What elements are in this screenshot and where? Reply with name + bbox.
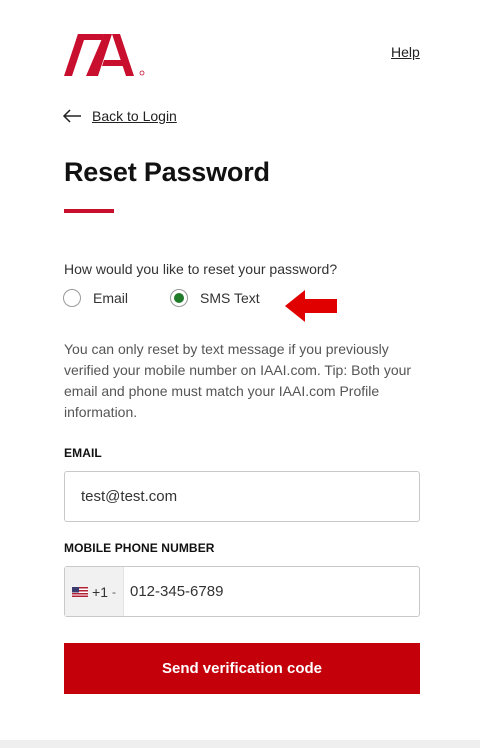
country-code-selector[interactable]: +1 - xyxy=(65,567,124,616)
reset-method-question: How would you like to reset your passwor… xyxy=(64,261,338,277)
page-title: Reset Password xyxy=(64,157,270,187)
us-flag-icon xyxy=(72,586,89,597)
email-label: EMAIL xyxy=(64,446,102,460)
phone-field[interactable] xyxy=(124,567,419,616)
email-field-wrapper xyxy=(64,471,420,522)
phone-label: MOBILE PHONE NUMBER xyxy=(64,541,215,555)
phone-field-wrapper: +1 - xyxy=(64,566,420,617)
email-field[interactable] xyxy=(65,472,419,521)
radio-sms-label: SMS Text xyxy=(200,290,260,306)
radio-sms-option[interactable]: SMS Text xyxy=(170,289,260,307)
info-text: You can only reset by text message if yo… xyxy=(64,341,412,420)
arrow-left-icon xyxy=(62,109,81,123)
radio-email-circle[interactable] xyxy=(63,289,81,307)
radio-selected-dot xyxy=(174,293,184,303)
radio-email-option[interactable]: Email xyxy=(63,289,128,307)
red-arrow-icon xyxy=(285,290,337,322)
iaa-logo[interactable] xyxy=(64,30,148,78)
back-to-login-label: Back to Login xyxy=(92,108,177,124)
send-verification-code-button[interactable]: Send verification code xyxy=(64,643,420,694)
title-underline xyxy=(64,209,114,213)
footer-strip xyxy=(0,740,480,748)
help-link[interactable]: Help xyxy=(391,44,420,60)
radio-sms-circle[interactable] xyxy=(170,289,188,307)
radio-email-label: Email xyxy=(93,290,129,306)
country-dial-code: +1 xyxy=(92,583,108,600)
back-to-login-link[interactable]: Back to Login xyxy=(62,108,177,124)
chevron-down-icon: - xyxy=(111,584,116,599)
